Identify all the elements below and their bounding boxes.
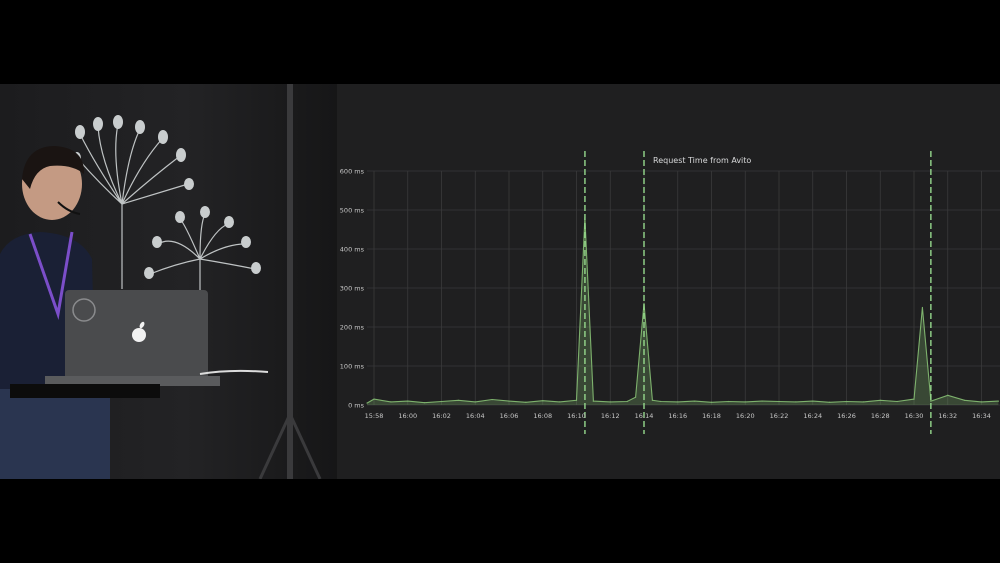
grid — [367, 170, 1000, 406]
laptop — [45, 290, 220, 386]
x-tick-label: 16:12 — [601, 412, 620, 420]
data-point — [474, 401, 476, 403]
stage-photo — [0, 84, 337, 479]
data-point — [778, 400, 780, 403]
dandelion-icon — [77, 123, 256, 299]
x-tick-label: 16:32 — [938, 412, 957, 420]
x-tick-label: 16:06 — [500, 412, 519, 420]
data-point — [407, 400, 409, 402]
series-fill — [367, 217, 999, 405]
x-tick-label: 16:30 — [905, 412, 924, 420]
graph-panel: Request Time from Avito 0 ms 100 ms 200 ms… — [337, 84, 1000, 479]
data-point — [390, 401, 392, 403]
y-tick-label: 0 ms — [348, 401, 365, 409]
x-tick-label: 16:10 — [567, 412, 586, 420]
data-point — [980, 401, 983, 403]
x-tick-label: 16:26 — [837, 412, 856, 420]
video-frame: Request Time from Avito 0 ms 100 ms 200 ms… — [0, 84, 1000, 479]
data-point — [964, 399, 966, 401]
x-tick-label: 16:22 — [770, 412, 789, 420]
data-point — [727, 400, 729, 403]
series-area — [366, 217, 999, 405]
cable — [199, 369, 269, 375]
x-tick-label: 16:08 — [533, 412, 552, 420]
data-point — [373, 398, 375, 400]
x-tick-label: 16:14 — [635, 412, 654, 420]
data-point — [896, 400, 898, 403]
data-point — [744, 401, 746, 403]
data-point — [424, 402, 426, 404]
y-tick-label: 200 ms — [340, 323, 365, 331]
data-point — [457, 399, 459, 401]
x-axis: 15:58 16:00 16:02 16:04 16:06 16:08 16:10 16:12… — [365, 412, 991, 420]
x-tick-label: 15:58 — [365, 412, 384, 420]
dandelion-seeds — [73, 115, 261, 279]
chart-svg: Request Time from Avito 0 ms 100 ms 200 ms… — [340, 151, 1000, 434]
x-tick-label: 16:04 — [466, 412, 485, 420]
data-point — [795, 401, 797, 403]
y-tick-label: 600 ms — [340, 167, 365, 175]
data-point — [542, 400, 544, 402]
data-point — [947, 394, 949, 396]
data-point — [710, 401, 713, 403]
stage-illustration — [0, 84, 322, 479]
data-point — [761, 400, 763, 402]
data-point — [913, 398, 915, 400]
data-point — [660, 400, 662, 403]
data-point — [997, 400, 999, 402]
data-point — [862, 401, 864, 403]
data-point — [930, 400, 932, 402]
data-point — [508, 400, 510, 402]
y-tick-label: 500 ms — [340, 206, 365, 214]
letterbox-top — [0, 0, 1000, 84]
y-tick-label: 400 ms — [340, 245, 365, 253]
data-point — [845, 400, 848, 403]
series-line — [366, 217, 999, 404]
letterbox-bottom — [0, 479, 1000, 563]
data-point — [609, 401, 611, 403]
data-point — [626, 400, 628, 403]
data-point — [651, 399, 654, 401]
data-point — [525, 401, 527, 403]
chart-title: Request Time from Avito — [653, 156, 751, 165]
data-point — [677, 401, 679, 403]
y-axis: 0 ms 100 ms 200 ms 300 ms 400 ms 500 ms 600 ms — [340, 167, 365, 409]
x-tick-label: 16:34 — [972, 412, 991, 420]
data-point — [829, 401, 831, 403]
data-point — [440, 400, 443, 403]
data-point — [592, 400, 594, 402]
x-tick-label: 16:02 — [432, 412, 451, 420]
data-point — [694, 400, 696, 402]
data-point — [366, 402, 368, 404]
lectern — [10, 384, 160, 398]
x-tick-label: 16:18 — [702, 412, 721, 420]
x-tick-label: 16:00 — [398, 412, 417, 420]
data-point — [921, 306, 924, 309]
x-tick-label: 16:16 — [668, 412, 687, 420]
data-point — [491, 398, 493, 401]
data-point — [634, 396, 637, 398]
data-point — [559, 401, 561, 403]
x-tick-label: 16:20 — [736, 412, 755, 420]
y-tick-label: 100 ms — [340, 362, 365, 370]
data-point — [575, 399, 578, 401]
data-point — [879, 399, 881, 401]
y-tick-label: 300 ms — [340, 284, 365, 292]
x-tick-label: 16:28 — [871, 412, 890, 420]
x-tick-label: 16:24 — [803, 412, 822, 420]
data-point — [812, 400, 814, 402]
